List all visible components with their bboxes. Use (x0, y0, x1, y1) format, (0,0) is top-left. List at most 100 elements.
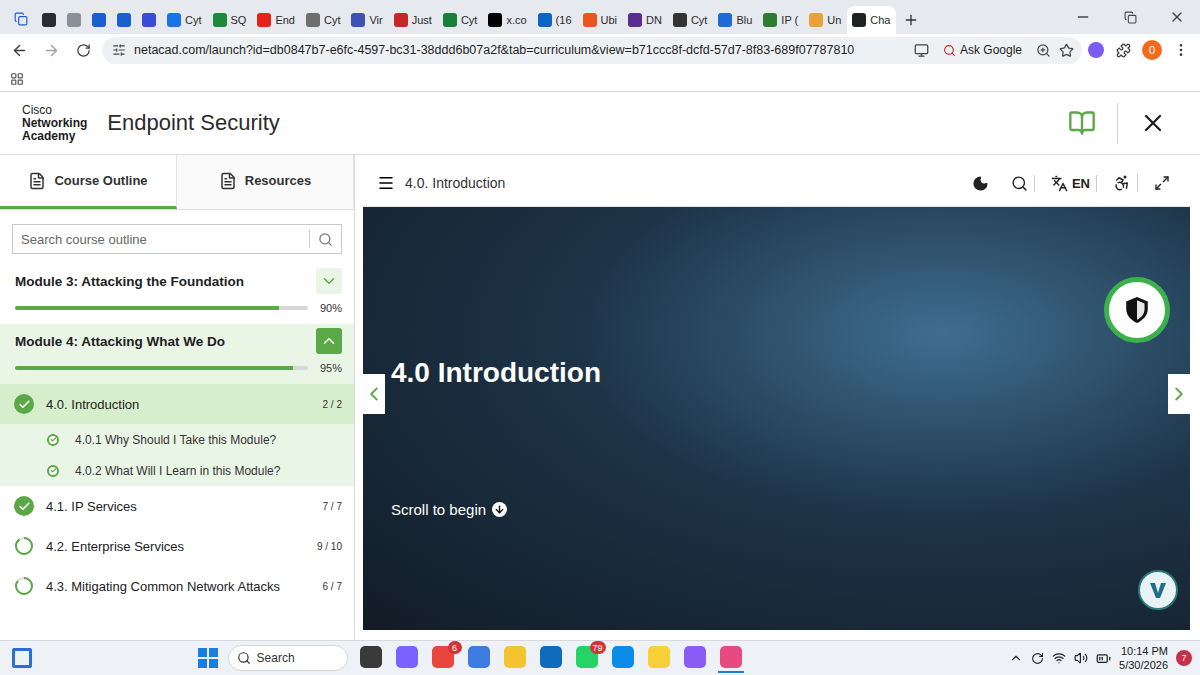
subtopic-item[interactable]: 4.0.2 What Will I Learn in this Module? (0, 455, 354, 486)
browser-tab[interactable]: SQ (208, 6, 252, 34)
language-button[interactable]: EN (1045, 175, 1097, 192)
site-info-icon[interactable] (112, 43, 126, 57)
taskbar-app[interactable] (646, 643, 672, 673)
book-button[interactable] (1057, 103, 1107, 143)
taskbar-app[interactable]: 6 (430, 643, 456, 673)
module-header[interactable]: Module 4: Attacking What We Do95% (0, 324, 354, 384)
browser-tab[interactable]: x.co (483, 6, 531, 34)
previous-button[interactable] (363, 374, 385, 414)
toggle-button[interactable] (316, 328, 342, 354)
menu-button[interactable] (1168, 37, 1194, 63)
toggle-button[interactable] (316, 268, 342, 294)
ask-google-button[interactable]: Ask Google (937, 41, 1028, 59)
search-button[interactable] (1005, 175, 1035, 192)
apps-icon[interactable] (10, 72, 24, 86)
academy-logo[interactable]: CiscoNetworkingAcademy (22, 104, 107, 143)
favicon-icon (443, 13, 457, 27)
security-badge[interactable] (1104, 277, 1170, 343)
browser-tab[interactable]: Un (804, 6, 846, 34)
browser-tab[interactable] (37, 6, 61, 34)
close-window-button[interactable] (1154, 0, 1200, 34)
favicon-icon (394, 13, 408, 27)
restore-button[interactable] (1107, 0, 1153, 34)
taskbar-search[interactable]: Search (228, 645, 348, 671)
taskbar-app[interactable] (502, 643, 528, 673)
browser-tab[interactable] (87, 6, 111, 34)
browser-tab[interactable]: Cyt (301, 6, 346, 34)
zoom-icon[interactable] (1036, 43, 1051, 58)
topic-item[interactable]: 4.3. Mitigating Common Network Attacks6 … (0, 566, 354, 606)
taskbar-app[interactable] (466, 643, 492, 673)
app-icon (720, 646, 742, 668)
search-icon[interactable] (318, 232, 333, 247)
browser-tab[interactable]: Cyt (438, 6, 483, 34)
check-icon (47, 434, 59, 446)
widgets-icon[interactable] (12, 648, 32, 668)
bookmark-star-icon[interactable] (1059, 43, 1074, 58)
taskbar-app[interactable] (538, 643, 564, 673)
browser-tab[interactable]: Just (389, 6, 437, 34)
dark-mode-button[interactable] (966, 175, 995, 192)
minimize-button[interactable] (1060, 0, 1106, 34)
browser-tab[interactable]: Ubi (578, 6, 623, 34)
notification-badge[interactable]: 7 (1176, 650, 1192, 666)
volume-icon[interactable] (1074, 651, 1088, 665)
app-icon (684, 646, 706, 668)
tab-search-icon[interactable] (6, 4, 36, 34)
sidebar-tab[interactable]: Resources (177, 155, 354, 209)
taskbar-app[interactable] (610, 643, 636, 673)
chatbot-button[interactable] (1138, 570, 1178, 610)
browser-tab[interactable] (137, 6, 161, 34)
taskbar-app[interactable] (718, 643, 744, 673)
browser-tab[interactable]: (16 (533, 6, 577, 34)
extension-icon[interactable] (1088, 42, 1104, 58)
wifi-icon[interactable] (1052, 651, 1066, 665)
subtopic-item[interactable]: 4.0.1 Why Should I Take this Module? (0, 424, 354, 455)
battery-icon[interactable] (1096, 651, 1111, 666)
start-icon[interactable] (198, 648, 218, 668)
collapse-menu-icon[interactable] (377, 174, 395, 192)
browser-tab[interactable] (62, 6, 86, 34)
progress-ring-icon (14, 576, 34, 596)
browser-tab[interactable]: Cha (847, 6, 895, 34)
sync-icon[interactable] (1031, 652, 1044, 665)
url-text[interactable]: netacad.com/launch?id=db0847b7-e6fc-4597… (134, 43, 906, 57)
extensions-button[interactable] (1110, 37, 1136, 63)
browser-tab[interactable]: DN (623, 6, 667, 34)
sidebar-tab[interactable]: Course Outline (0, 155, 177, 209)
install-icon[interactable] (914, 43, 929, 58)
topic-item[interactable]: 4.2. Enterprise Services9 / 10 (0, 526, 354, 566)
favicon-icon (42, 13, 56, 27)
taskbar-app[interactable] (394, 643, 420, 673)
forward-button[interactable] (38, 37, 64, 63)
browser-tab[interactable]: Blu (713, 6, 757, 34)
outline-search[interactable]: Search course outline (12, 224, 342, 254)
close-course-button[interactable] (1128, 103, 1178, 143)
accessibility-button[interactable] (1107, 174, 1138, 192)
clock[interactable]: 10:14 PM5/30/2026 (1119, 644, 1168, 672)
back-button[interactable] (6, 37, 32, 63)
profile-button[interactable]: 0 (1142, 40, 1162, 60)
module-list: Module 3: Attacking the Foundation90%Mod… (0, 264, 354, 640)
address-bar[interactable]: netacad.com/launch?id=db0847b7-e6fc-4597… (102, 37, 1082, 64)
module-header[interactable]: Module 3: Attacking the Foundation90% (0, 264, 354, 324)
topic-item[interactable]: 4.1. IP Services7 / 7 (0, 486, 354, 526)
tray-overflow-icon[interactable] (1009, 651, 1023, 665)
topic-item[interactable]: 4.0. Introduction2 / 2 (0, 384, 354, 424)
browser-tab[interactable]: IP ( (758, 6, 803, 34)
browser-tab[interactable]: Vir (346, 6, 387, 34)
fullscreen-button[interactable] (1148, 175, 1176, 191)
hero-title: 4.0 Introduction (391, 357, 1190, 389)
taskbar-app[interactable]: 79 (574, 643, 600, 673)
new-tab-button[interactable] (897, 6, 925, 34)
next-button[interactable] (1168, 374, 1190, 414)
taskbar-app[interactable] (682, 643, 708, 673)
favicon-icon (718, 13, 732, 27)
browser-tab[interactable] (112, 6, 136, 34)
reload-button[interactable] (70, 37, 96, 63)
browser-tab[interactable]: Cyt (668, 6, 713, 34)
browser-tab[interactable]: Cyt (162, 6, 207, 34)
taskbar-app[interactable] (358, 643, 384, 673)
scroll-hint[interactable]: Scroll to begin (391, 501, 1190, 518)
browser-tab[interactable]: End (252, 6, 300, 34)
